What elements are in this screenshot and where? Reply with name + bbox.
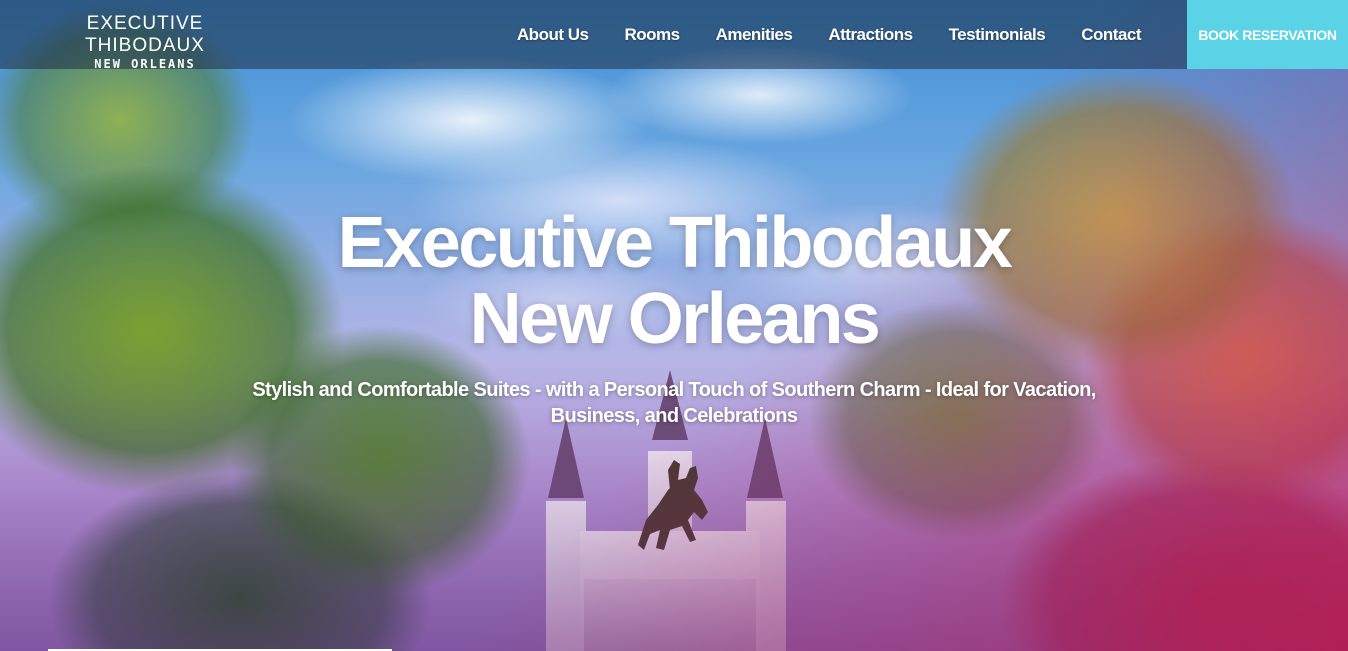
nav-link-contact[interactable]: Contact: [1063, 25, 1159, 45]
hero-section: Executive Thibodaux New Orleans Stylish …: [0, 205, 1348, 429]
main-nav: About Us Rooms Amenities Attractions Tes…: [499, 0, 1159, 69]
page: EXECUTIVE THIBODAUX NEW ORLEANS About Us…: [0, 0, 1348, 651]
hero-title: Executive Thibodaux New Orleans: [0, 205, 1348, 357]
book-reservation-button[interactable]: BOOK RESERVATION: [1187, 0, 1348, 69]
brand-name: EXECUTIVE THIBODAUX: [85, 13, 205, 56]
brand-location: NEW ORLEANS: [94, 57, 196, 71]
nav-link-rooms[interactable]: Rooms: [606, 25, 697, 45]
nav-link-testimonials[interactable]: Testimonials: [931, 25, 1064, 45]
hero-title-line-1: Executive Thibodaux: [337, 203, 1013, 283]
nav-link-about-us[interactable]: About Us: [499, 25, 607, 45]
brand-logo[interactable]: EXECUTIVE THIBODAUX NEW ORLEANS: [45, 13, 245, 71]
nav-link-attractions[interactable]: Attractions: [810, 25, 930, 45]
hero-title-line-2: New Orleans: [469, 279, 881, 359]
hero-subtitle: Stylish and Comfortable Suites - with a …: [252, 379, 1096, 427]
nav-link-amenities[interactable]: Amenities: [698, 25, 811, 45]
top-navbar: EXECUTIVE THIBODAUX NEW ORLEANS About Us…: [0, 0, 1348, 71]
